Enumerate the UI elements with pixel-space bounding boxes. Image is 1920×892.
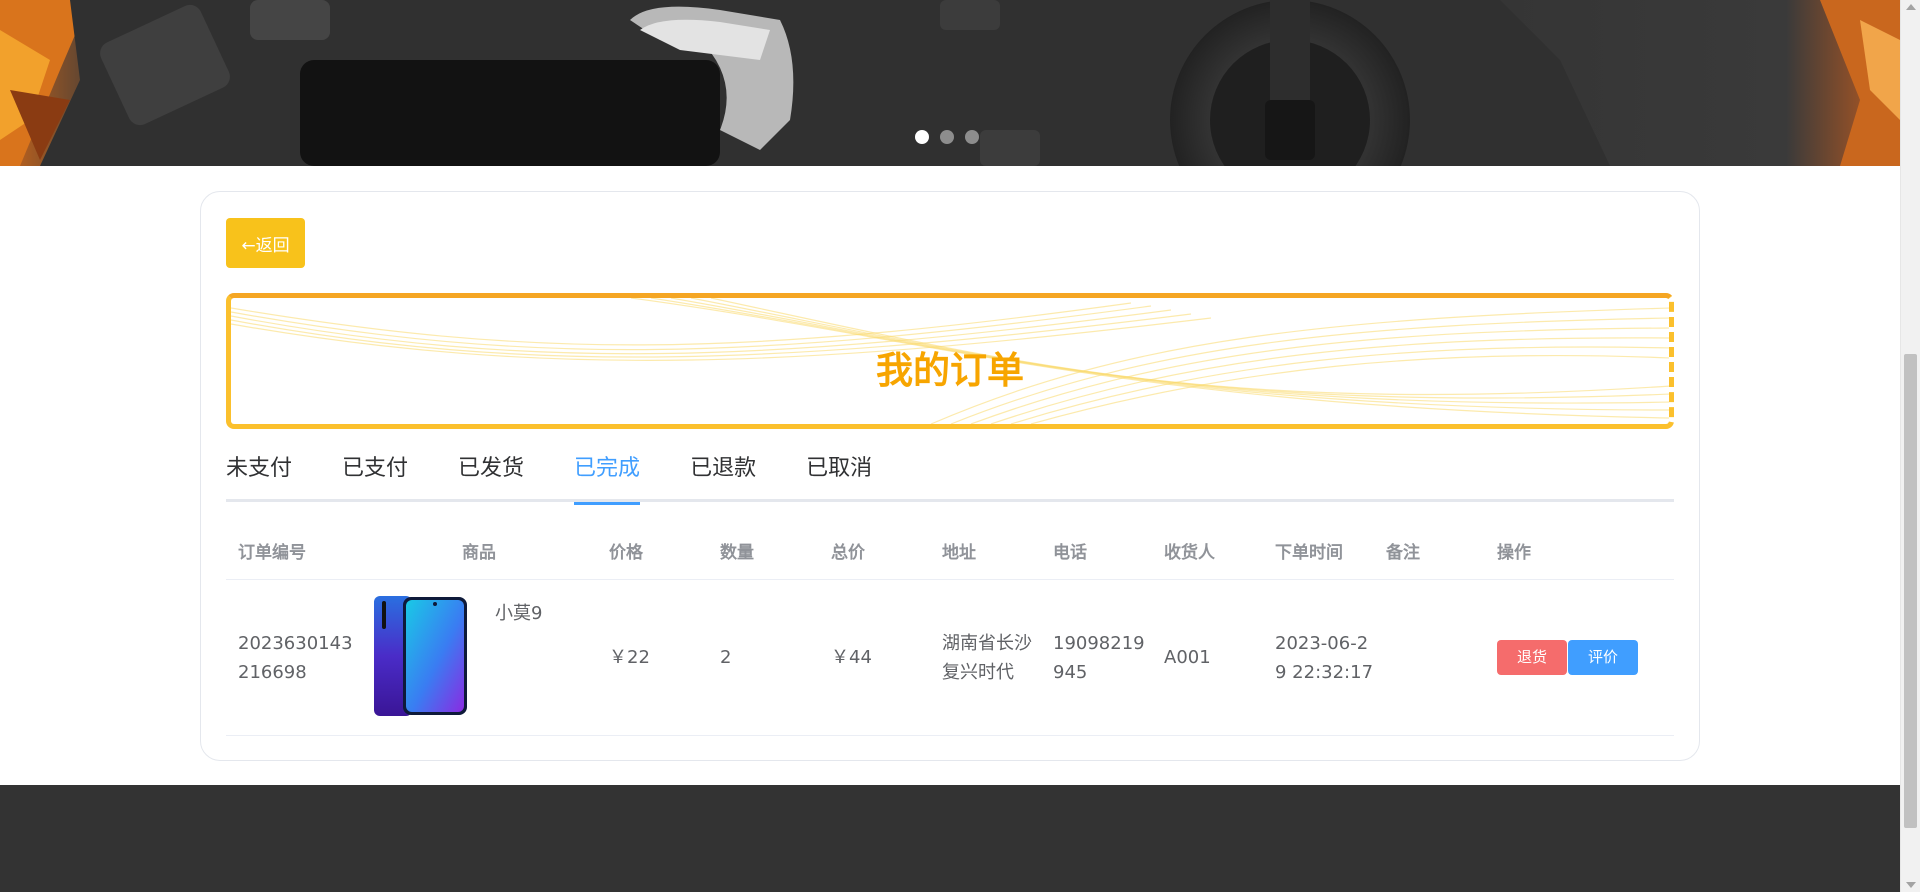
carousel-indicators xyxy=(915,130,979,144)
carousel-dot-1[interactable] xyxy=(915,130,929,144)
header-price: 价格 xyxy=(609,543,643,563)
header-product: 商品 xyxy=(462,543,496,563)
scroll-down-icon[interactable] xyxy=(1906,882,1916,888)
cell-product: 小莫9 xyxy=(361,595,597,721)
header-address: 地址 xyxy=(942,543,976,563)
tab-shipped[interactable]: 已发货 xyxy=(458,454,524,502)
cell-receiver: A001 xyxy=(1164,647,1211,668)
cell-total: ￥44 xyxy=(831,647,872,668)
header-order-id: 订单编号 xyxy=(238,543,306,563)
product-name: 小莫9 xyxy=(495,602,543,624)
banner-carousel[interactable] xyxy=(0,0,1900,166)
tab-cancelled[interactable]: 已取消 xyxy=(806,454,872,502)
cell-order-time: 2023-06-29 22:32:17 xyxy=(1275,632,1374,683)
cell-phone: 19098219945 xyxy=(1053,632,1145,683)
tab-completed[interactable]: 已完成 xyxy=(574,454,641,505)
header-total: 总价 xyxy=(831,543,865,563)
carousel-dot-2[interactable] xyxy=(940,130,954,144)
product-image[interactable] xyxy=(373,595,469,717)
cell-price: ￥22 xyxy=(609,647,650,668)
header-note: 备注 xyxy=(1386,543,1420,563)
table-row: 2023630143216698 小莫9 ￥22 2 ￥44 湖南省长沙复兴时代… xyxy=(226,580,1674,736)
refund-button[interactable]: 退货 xyxy=(1497,640,1568,675)
page-title-banner: 我的订单 xyxy=(226,293,1674,429)
page-footer xyxy=(0,785,1900,892)
page: ←返回 我的订单 未支付 已支付 已发货 已完成 已退款 已取消 订单编号 商品… xyxy=(0,0,1920,892)
tab-refunded[interactable]: 已退款 xyxy=(690,454,756,502)
back-button[interactable]: ←返回 xyxy=(226,218,305,268)
cell-quantity: 2 xyxy=(720,647,732,668)
tab-unpaid[interactable]: 未支付 xyxy=(226,454,292,502)
scroll-up-icon[interactable] xyxy=(1906,4,1916,10)
page-title: 我的订单 xyxy=(876,349,1024,392)
header-receiver: 收货人 xyxy=(1164,543,1215,563)
cell-address: 湖南省长沙复兴时代 xyxy=(942,632,1032,683)
cell-actions: 退货 评价 xyxy=(1485,640,1655,675)
carousel-dot-3[interactable] xyxy=(965,130,979,144)
header-quantity: 数量 xyxy=(720,543,754,563)
header-actions: 操作 xyxy=(1497,543,1531,563)
order-status-tabs: 未支付 已支付 已发货 已完成 已退款 已取消 xyxy=(226,454,1674,505)
cell-order-id: 2023630143216698 xyxy=(238,632,353,683)
header-order-time: 下单时间 xyxy=(1275,543,1343,563)
header-phone: 电话 xyxy=(1053,543,1087,563)
tab-paid[interactable]: 已支付 xyxy=(342,454,408,502)
table-header: 订单编号 商品 价格 数量 总价 地址 电话 收货人 下单时间 备注 操作 xyxy=(226,522,1674,580)
review-button[interactable]: 评价 xyxy=(1568,640,1639,675)
orders-table: 订单编号 商品 价格 数量 总价 地址 电话 收货人 下单时间 备注 操作 20… xyxy=(226,522,1674,736)
vertical-scrollbar[interactable] xyxy=(1900,0,1920,892)
orders-card: ←返回 我的订单 未支付 已支付 已发货 已完成 已退款 已取消 订单编号 商品… xyxy=(200,191,1700,761)
scrollbar-thumb[interactable] xyxy=(1904,354,1917,828)
